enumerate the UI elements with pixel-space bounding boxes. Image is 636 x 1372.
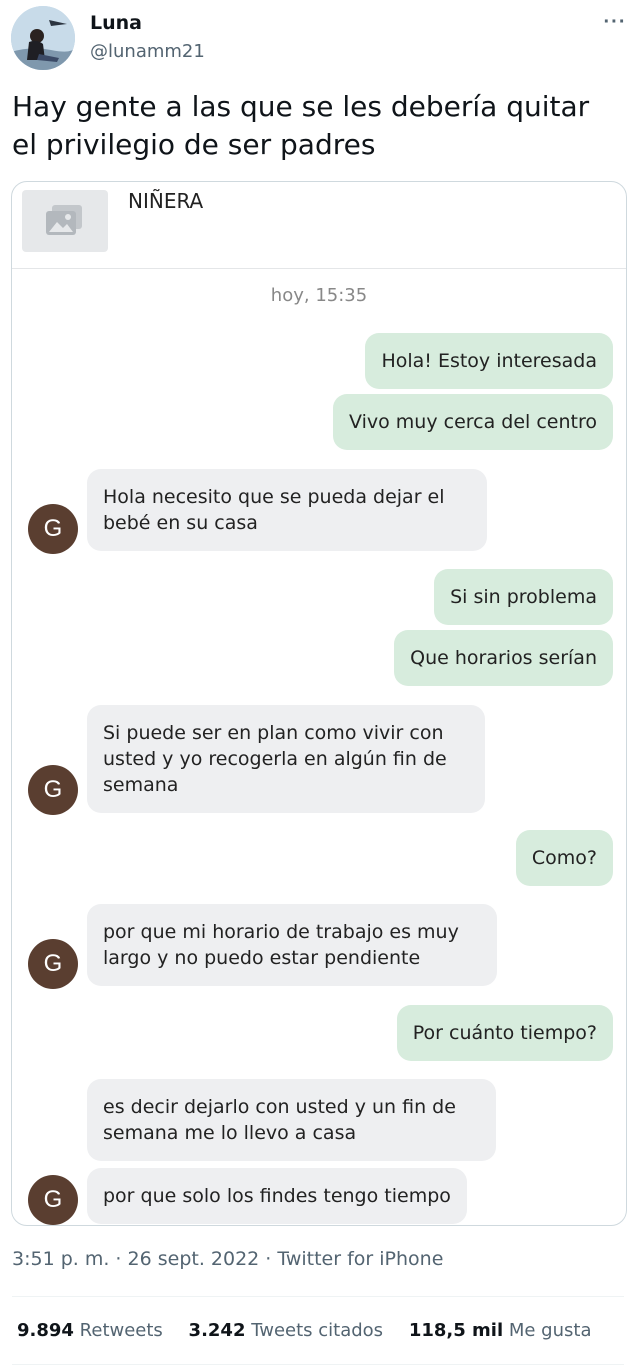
message-outgoing: Si sin problema — [434, 569, 613, 625]
quotes-label: Tweets citados — [251, 1320, 384, 1341]
retweets-stat[interactable]: 9.894 Retweets — [17, 1320, 163, 1341]
tweet-header: Luna @lunamm21 ··· — [0, 0, 636, 80]
likes-stat[interactable]: 118,5 mil Me gusta — [409, 1320, 592, 1341]
tweet-stats: 9.894 Retweets 3.242 Tweets citados 118,… — [17, 1320, 612, 1341]
message-incoming: Si puede ser en plan como vivir con uste… — [87, 705, 485, 813]
image-placeholder-icon — [46, 205, 82, 235]
profile-avatar[interactable] — [11, 6, 75, 70]
quotes-stat[interactable]: 3.242 Tweets citados — [189, 1320, 384, 1341]
chat-timestamp: hoy, 15:35 — [270, 285, 368, 306]
author-handle[interactable]: @lunamm21 — [90, 41, 205, 62]
author-name[interactable]: Luna — [90, 12, 142, 34]
likes-count: 118,5 mil — [408, 1320, 504, 1341]
message-outgoing: Por cuánto tiempo? — [396, 1005, 613, 1061]
likes-label: Me gusta — [508, 1320, 592, 1341]
message-incoming: es decir dejarlo con usted y un fin de s… — [87, 1079, 496, 1161]
tweet-text: Hay gente a las que se les debería quita… — [12, 90, 590, 161]
divider — [12, 1296, 624, 1297]
retweets-label: Retweets — [79, 1320, 163, 1341]
sender-avatar: G — [28, 765, 78, 815]
tweet-meta: 3:51 p. m. · 26 sept. 2022 · Twitter for… — [12, 1248, 444, 1270]
divider — [12, 1364, 624, 1365]
chat-screenshot-image[interactable]: NIÑERA hoy, 15:35 Hola! Estoy interesada… — [11, 181, 627, 1226]
contact-name: NIÑERA — [128, 189, 204, 213]
sender-avatar: G — [28, 504, 78, 554]
sender-avatar: G — [28, 939, 78, 989]
message-outgoing: Hola! Estoy interesada — [365, 333, 613, 389]
message-outgoing: Vivo muy cerca del centro — [333, 394, 613, 450]
message-incoming: por que solo los findes tengo tiempo — [87, 1168, 467, 1224]
message-outgoing: Que horarios serían — [394, 630, 613, 686]
chat-header: NIÑERA — [12, 182, 626, 269]
more-icon[interactable]: ··· — [600, 10, 630, 34]
message-incoming: Hola necesito que se pueda dejar el bebé… — [87, 469, 487, 551]
contact-thumbnail — [22, 190, 108, 252]
message-outgoing: Como? — [515, 830, 613, 886]
message-incoming: por que mi horario de trabajo es muy lar… — [87, 904, 497, 986]
quotes-count: 3.242 — [188, 1320, 246, 1341]
retweets-count: 9.894 — [17, 1320, 74, 1341]
sender-avatar: G — [28, 1175, 78, 1225]
